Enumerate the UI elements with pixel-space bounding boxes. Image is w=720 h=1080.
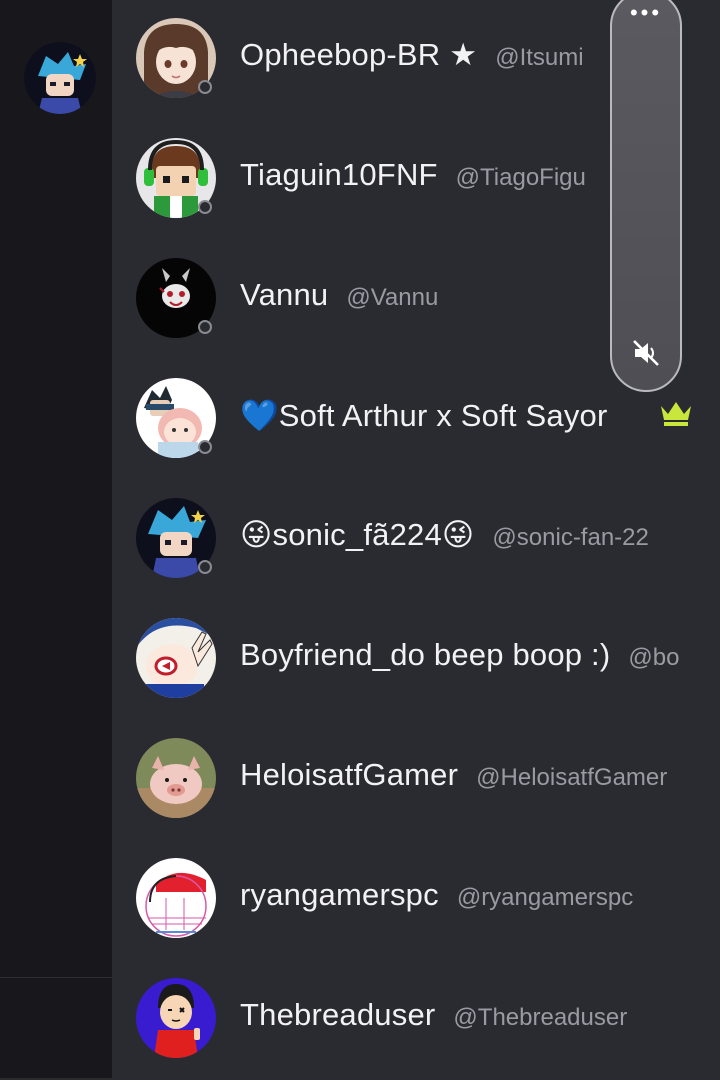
member-avatar[interactable] [136,738,216,818]
status-indicator [198,200,212,214]
member-name-line: HeloisatfGamer @HeloisatfGamer [240,757,720,793]
status-indicator [198,320,212,334]
blue-hair-character-icon [24,42,96,114]
member-name: ryangamerspc [240,877,439,912]
member-avatar[interactable] [136,858,216,938]
member-handle: @Itsumi [495,44,584,71]
member-avatar[interactable] [136,258,216,338]
member-row[interactable]: Boyfriend_do beep boop :) @bo [112,600,720,720]
crown-icon [661,402,691,426]
member-name: Tiaguin10FNF [240,157,438,192]
left-rail [0,0,112,1078]
status-indicator [198,560,212,574]
piglet-photo-avatar-icon [136,738,216,818]
member-avatar[interactable] [136,978,216,1058]
member-name-line: ryangamerspc @ryangamerspc [240,877,720,913]
member-handle: @HeloisatfGamer [476,764,668,791]
member-row[interactable]: 😜sonic_fã224😜 @sonic-fan-22 [112,480,720,600]
member-handle: @Vannu [346,284,439,311]
member-row[interactable]: Thebreaduser @Thebreaduser [112,960,720,1080]
more-dots-icon[interactable]: ••• [612,2,680,24]
status-indicator [198,440,212,454]
member-avatar[interactable] [136,618,216,698]
member-name: Thebreaduser [240,997,436,1032]
volume-slider[interactable]: ••• [610,0,682,392]
member-avatar[interactable] [136,138,216,218]
member-avatar[interactable] [136,378,216,458]
member-name: Boyfriend_do beep boop :) [240,637,611,672]
member-handle: @bo [628,644,680,671]
member-name-line: 😜sonic_fã224😜 @sonic-fan-22 [240,517,720,553]
member-name: Opheebop-BR ★ [240,37,478,72]
speaker-muted-icon[interactable] [631,338,661,368]
member-handle: @sonic-fan-22 [492,524,649,551]
member-name: Vannu [240,277,329,312]
member-name-line: Thebreaduser @Thebreaduser [240,997,720,1033]
current-user-avatar[interactable] [24,42,96,114]
member-handle: @ryangamerspc [456,884,634,911]
member-name: 😜sonic_fã224😜 [240,517,475,552]
member-name: HeloisatfGamer [240,757,459,792]
status-indicator [198,80,212,94]
member-handle: @Thebreaduser [453,1004,628,1031]
red-shirt-cartoon-avatar-icon [136,978,216,1058]
member-name: 💙Soft Arthur x Soft Sayor [240,398,608,433]
rail-divider [0,977,112,978]
member-row[interactable]: HeloisatfGamer @HeloisatfGamer [112,720,720,840]
member-name-line: 💙Soft Arthur x Soft Sayor [240,397,720,434]
member-handle: @TiagoFigu [455,164,586,191]
member-name-line: Boyfriend_do beep boop :) @bo [240,637,720,673]
red-cap-sketch-avatar-icon [136,858,216,938]
member-row[interactable]: ryangamerspc @ryangamerspc [112,840,720,960]
member-avatar[interactable] [136,18,216,98]
member-avatar[interactable] [136,498,216,578]
boyfriend-peace-avatar-icon [136,618,216,698]
